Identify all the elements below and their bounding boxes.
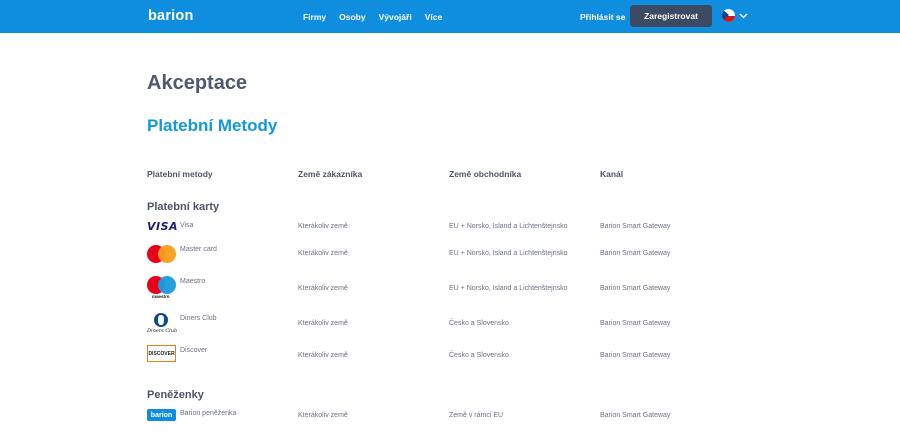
section-title-wallets: Peněženky	[147, 389, 204, 401]
visa-logo: VISA	[147, 220, 179, 233]
channel: Barion Smart Gateway	[600, 352, 671, 359]
merchant-country: EU + Norsko, Island a Lichtenštejnsko	[449, 250, 568, 257]
merchant-country: Země v rámci EU	[449, 412, 504, 419]
nav-item-vice[interactable]: Více	[425, 12, 443, 22]
barion-logo[interactable]: barion	[148, 8, 194, 24]
method-name: Master card	[180, 246, 217, 253]
method-name: Visa	[180, 222, 194, 229]
table-row: Master card Kterákoliv země EU + Norsko,…	[0, 245, 900, 263]
customer-country: Kterákoliv země	[298, 352, 348, 359]
nav-item-firmy[interactable]: Firmy	[303, 12, 326, 22]
merchant-country: Česko a Slovensko	[449, 320, 509, 327]
channel: Barion Smart Gateway	[600, 223, 671, 230]
merchant-country: EU + Norsko, Island a Lichtenštejnsko	[449, 285, 568, 292]
merchant-country: Česko a Slovensko	[449, 352, 509, 359]
column-header-merchant-country: Země obchodníka	[449, 169, 522, 179]
language-selector[interactable]	[722, 9, 748, 22]
method-name: Discover	[180, 347, 208, 354]
column-header-methods: Platební metody	[147, 169, 213, 179]
customer-country: Kterákoliv země	[298, 285, 348, 292]
column-header-customer-country: Země zákazníka	[298, 169, 363, 179]
nav-item-osoby[interactable]: Osoby	[339, 12, 365, 22]
table-row: maestro Maestro Kterákoliv země EU + Nor…	[0, 276, 900, 299]
discover-logo: DISCOVER	[147, 345, 176, 362]
barion-wallet-logo: barion	[147, 409, 176, 421]
main-nav: Firmy Osoby Vývojáři Více	[303, 12, 442, 22]
czech-flag-icon	[722, 9, 735, 22]
register-button[interactable]: Zaregistrovat	[630, 5, 712, 27]
chevron-down-icon	[739, 13, 748, 18]
method-name: Diners Club	[180, 315, 217, 322]
channel: Barion Smart Gateway	[600, 320, 671, 327]
channel: Barion Smart Gateway	[600, 250, 671, 257]
channel: Barion Smart Gateway	[600, 285, 671, 292]
customer-country: Kterákoliv země	[298, 320, 348, 327]
mastercard-logo	[147, 245, 176, 263]
merchant-country: EU + Norsko, Island a Lichtenštejnsko	[449, 223, 568, 230]
method-name: Maestro	[180, 278, 206, 285]
diners-logo-text: Diners Club	[147, 328, 178, 334]
maestro-logo-text: maestro	[152, 294, 170, 299]
method-name: Barion peněženka	[180, 410, 237, 417]
page-title: Akceptace	[147, 72, 248, 94]
customer-country: Kterákoliv země	[298, 223, 348, 230]
customer-country: Kterákoliv země	[298, 250, 348, 257]
page-subtitle: Platební Metody	[147, 116, 278, 135]
section-title-cards: Platební karty	[147, 201, 220, 213]
column-header-channel: Kanál	[600, 169, 624, 179]
channel: Barion Smart Gateway	[600, 412, 671, 419]
top-navigation-bar: barion Firmy Osoby Vývojáři Více Přihlás…	[0, 0, 900, 33]
table-row: Diners Club Diners Club Kterákoliv země …	[0, 313, 900, 337]
login-link[interactable]: Přihlásit se	[580, 12, 625, 22]
diners-club-logo: Diners Club	[147, 313, 178, 337]
maestro-logo: maestro	[147, 276, 176, 299]
nav-item-vyvojari[interactable]: Vývojáři	[379, 12, 412, 22]
customer-country: Kterákoliv země	[298, 412, 348, 419]
